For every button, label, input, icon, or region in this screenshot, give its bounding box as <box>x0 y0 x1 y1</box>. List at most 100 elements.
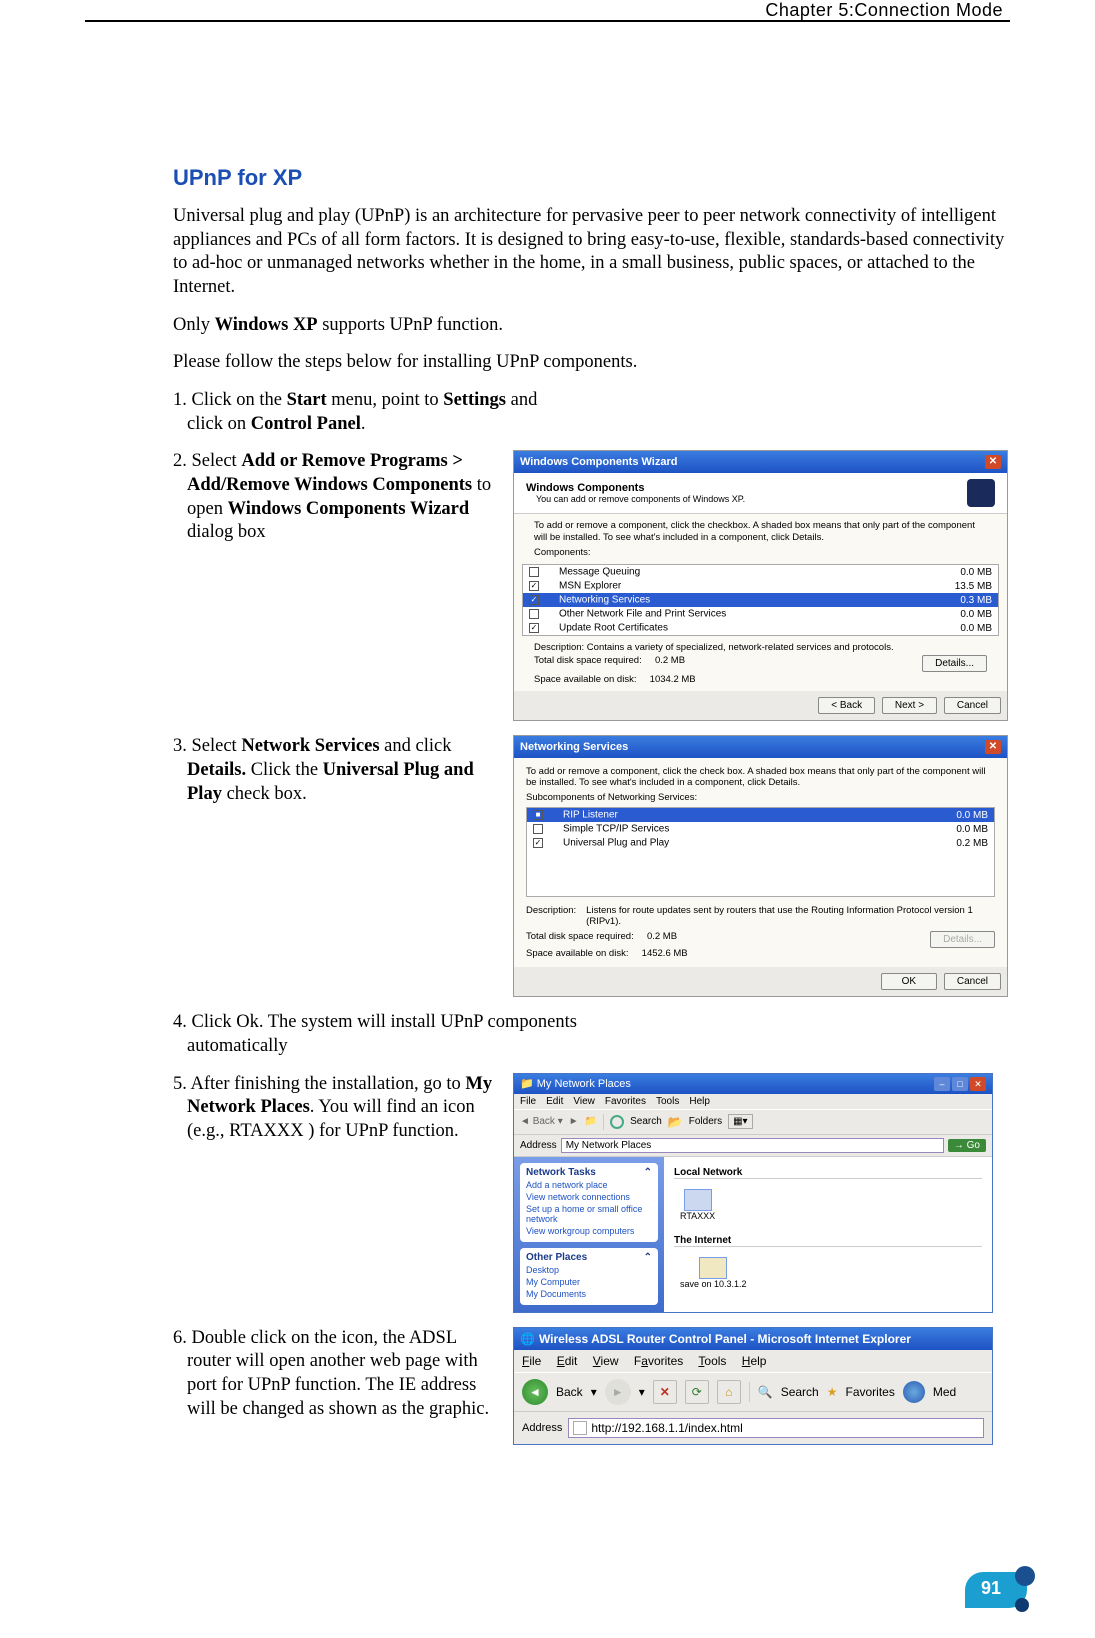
refresh-button[interactable]: ⟳ <box>685 1380 709 1404</box>
list-item[interactable]: Other Network File and Print Services0.0… <box>523 607 998 621</box>
menu-item[interactable]: File <box>520 1096 536 1107</box>
list-item[interactable]: ✓Update Root Certificates0.0 MB <box>523 621 998 635</box>
component-description: Description: Contains a variety of speci… <box>522 640 999 655</box>
views-button[interactable]: ▦▾ <box>728 1114 752 1129</box>
sidebar-task-link[interactable]: View network connections <box>526 1192 652 1202</box>
details-button: Details... <box>930 931 995 948</box>
window-buttons: – □ ✕ <box>934 1077 986 1091</box>
back-button[interactable]: < Back <box>818 697 875 714</box>
forward-button[interactable]: ► <box>569 1116 579 1127</box>
menu-bar[interactable]: File Edit View Favorites Tools Help <box>514 1094 992 1109</box>
dialog-title: Windows Components Wizard <box>520 456 677 468</box>
cancel-button[interactable]: Cancel <box>944 697 1001 714</box>
section-title: UPnP for XP <box>173 165 1008 191</box>
my-network-places-window: 📁 My Network Places – □ ✕ File Edit View Fa… <box>513 1073 993 1313</box>
sidebar: Network Tasks⌃ Add a network placeView n… <box>514 1157 664 1313</box>
list-item[interactable]: ✓Networking Services0.3 MB <box>523 593 998 607</box>
sidebar-task-link[interactable]: Add a network place <box>526 1180 652 1190</box>
sidebar-task-link[interactable]: View workgroup computers <box>526 1226 652 1236</box>
menu-item[interactable]: Edit <box>546 1096 563 1107</box>
back-button[interactable]: ◄ <box>522 1379 548 1405</box>
minimize-icon[interactable]: – <box>934 1077 950 1091</box>
menu-file[interactable]: File <box>522 1354 541 1368</box>
sidebar-place-link[interactable]: Desktop <box>526 1265 652 1275</box>
search-label[interactable]: Search <box>781 1385 819 1399</box>
folders-icon[interactable]: 📂 <box>668 1115 683 1129</box>
up-button[interactable]: 📁 <box>585 1116 597 1127</box>
text: supports UPnP function. <box>318 315 503 335</box>
sidebar-place-link[interactable]: My Computer <box>526 1277 652 1287</box>
details-button[interactable]: Details... <box>922 655 987 672</box>
back-dropdown-icon[interactable]: ▾ <box>591 1385 597 1399</box>
page-number: 91 <box>981 1578 1001 1599</box>
favorites-icon[interactable]: ★ <box>827 1385 838 1399</box>
menu-item[interactable]: View <box>573 1096 595 1107</box>
step-4: 4. Click Ok. The system will install UPn… <box>173 1011 593 1058</box>
group-internet: The Internet <box>674 1235 982 1247</box>
menu-item[interactable]: Help <box>689 1096 710 1107</box>
address-input[interactable] <box>561 1138 944 1153</box>
network-share-icon[interactable]: save on 10.3.1.2 <box>680 1257 747 1289</box>
chapter-header: Chapter 5:Connection Mode <box>765 0 1003 21</box>
search-label[interactable]: Search <box>630 1116 662 1127</box>
menu-edit[interactable]: Edit <box>557 1354 578 1368</box>
group-local-network: Local Network <box>674 1167 982 1179</box>
list-item[interactable]: ■RIP Listener0.0 MB <box>527 808 994 822</box>
components-list[interactable]: Message Queuing0.0 MB✓MSN Explorer13.5 M… <box>522 564 999 636</box>
page-icon <box>573 1421 587 1435</box>
page-number-badge: 91 <box>965 1572 1027 1608</box>
ie-window: 🌐Wireless ADSL Router Control Panel - Mi… <box>513 1327 993 1445</box>
list-item[interactable]: ✓Universal Plug and Play0.2 MB <box>527 836 994 850</box>
menu-item[interactable]: Tools <box>656 1096 679 1107</box>
go-button[interactable]: → Go <box>948 1139 986 1152</box>
collapse-icon[interactable]: ⌃ <box>644 1167 652 1178</box>
menu-item[interactable]: Favorites <box>605 1096 646 1107</box>
ok-button[interactable]: OK <box>881 973 937 990</box>
close-icon[interactable]: ✕ <box>985 455 1001 469</box>
decorative-circle <box>1015 1566 1035 1586</box>
close-icon[interactable]: ✕ <box>970 1077 986 1091</box>
text-bold: Windows XP <box>215 315 318 335</box>
step-3-row: 3. Select Network Services and click Det… <box>173 735 1008 997</box>
stop-button[interactable]: ✕ <box>653 1380 677 1404</box>
collapse-icon[interactable]: ⌃ <box>644 1252 652 1263</box>
list-item[interactable]: ✓MSN Explorer13.5 MB <box>523 579 998 593</box>
media-label[interactable]: Med <box>933 1385 956 1399</box>
dialog-titlebar: Windows Components Wizard ✕ <box>514 451 1007 473</box>
media-icon[interactable] <box>903 1381 925 1403</box>
supports-paragraph: Only Windows XP supports UPnP function. <box>173 314 1008 338</box>
back-button[interactable]: ◄ Back ▾ <box>520 1116 563 1127</box>
forward-dropdown-icon[interactable]: ▾ <box>639 1385 645 1399</box>
menu-help[interactable]: Help <box>742 1354 767 1368</box>
address-box[interactable]: http://192.168.1.1/index.html <box>568 1418 984 1438</box>
sidebar-place-link[interactable]: My Documents <box>526 1289 652 1299</box>
search-icon[interactable]: 🔍 <box>758 1385 773 1399</box>
subcomponents-list[interactable]: ■RIP Listener0.0 MBSimple TCP/IP Service… <box>526 807 995 897</box>
window-titlebar: 📁 My Network Places – □ ✕ <box>514 1074 992 1094</box>
menu-tools[interactable]: Tools <box>698 1354 726 1368</box>
ie-menu-bar[interactable]: File Edit View Favorites Tools Help <box>514 1350 992 1372</box>
back-label[interactable]: Back <box>556 1385 583 1399</box>
search-icon[interactable] <box>610 1115 624 1129</box>
networking-services-dialog: Networking Services ✕ To add or remove a… <box>513 735 1008 997</box>
folders-label[interactable]: Folders <box>689 1116 722 1127</box>
subcomponents-label: Subcomponents of Networking Services: <box>526 792 995 803</box>
menu-view[interactable]: View <box>593 1354 619 1368</box>
text: Only <box>173 315 215 335</box>
home-button[interactable]: ⌂ <box>717 1380 741 1404</box>
window-body: Network Tasks⌃ Add a network placeView n… <box>514 1157 992 1313</box>
address-label: Address <box>522 1422 562 1434</box>
list-item[interactable]: Simple TCP/IP Services0.0 MB <box>527 822 994 836</box>
menu-favorites[interactable]: Favorites <box>634 1354 683 1368</box>
main-pane[interactable]: Local Network RTAXXX The Internet save o… <box>664 1157 992 1313</box>
maximize-icon[interactable]: □ <box>952 1077 968 1091</box>
next-button[interactable]: Next > <box>882 697 937 714</box>
list-item[interactable]: Message Queuing0.0 MB <box>523 565 998 579</box>
cancel-button[interactable]: Cancel <box>944 973 1001 990</box>
close-icon[interactable]: ✕ <box>985 740 1001 754</box>
address-value[interactable]: http://192.168.1.1/index.html <box>591 1421 742 1435</box>
forward-button[interactable]: ► <box>605 1379 631 1405</box>
favorites-label[interactable]: Favorites <box>846 1385 895 1399</box>
sidebar-task-link[interactable]: Set up a home or small office network <box>526 1204 652 1224</box>
upnp-device-icon[interactable]: RTAXXX <box>680 1189 715 1221</box>
